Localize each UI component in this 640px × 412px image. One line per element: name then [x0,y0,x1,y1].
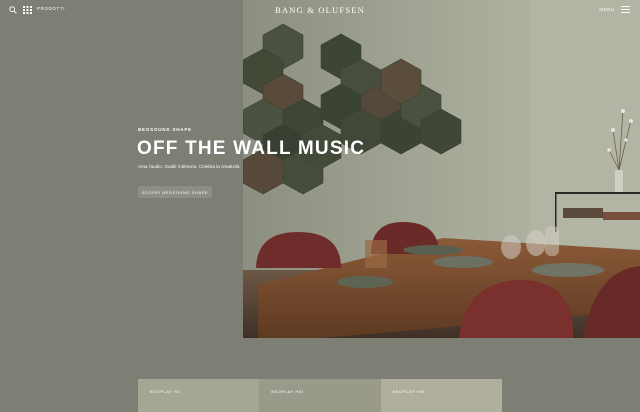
hero-eyebrow: BEOSOUND SHAPE [138,127,192,132]
product-tile-label: BEOPLAY H9I [392,389,425,394]
hamburger-menu-icon[interactable] [621,6,630,13]
hero-image [243,0,640,338]
site-header: PRODOTTI BANG & OLUFSEN MENU [0,0,640,20]
brand-logo[interactable]: BANG & OLUFSEN [0,5,640,15]
discover-beosound-shape-button[interactable]: SCOPRI BEOSOUND SHAPE [138,186,212,198]
shelf [555,192,640,194]
product-tile-label: BEOPLAY H8I [271,389,304,394]
room-scene-illustration [243,0,640,338]
hero-description: Ama l'audio. Goditi il silenzio. Celebra… [138,164,241,169]
product-tile-beoplay-h8i[interactable]: BEOPLAY H8I [259,379,381,412]
menu-nav-link[interactable]: MENU [599,7,615,12]
product-tiles: BEOPLAY H4 BEOPLAY H8I BEOPLAY H9I [138,379,502,412]
product-tile-label: BEOPLAY H4 [150,389,181,394]
product-tile-beoplay-h9i[interactable]: BEOPLAY H9I [380,379,502,412]
product-tile-beoplay-h4[interactable]: BEOPLAY H4 [138,379,260,412]
hero-title: OFF THE WALL MUSIC [137,138,366,159]
